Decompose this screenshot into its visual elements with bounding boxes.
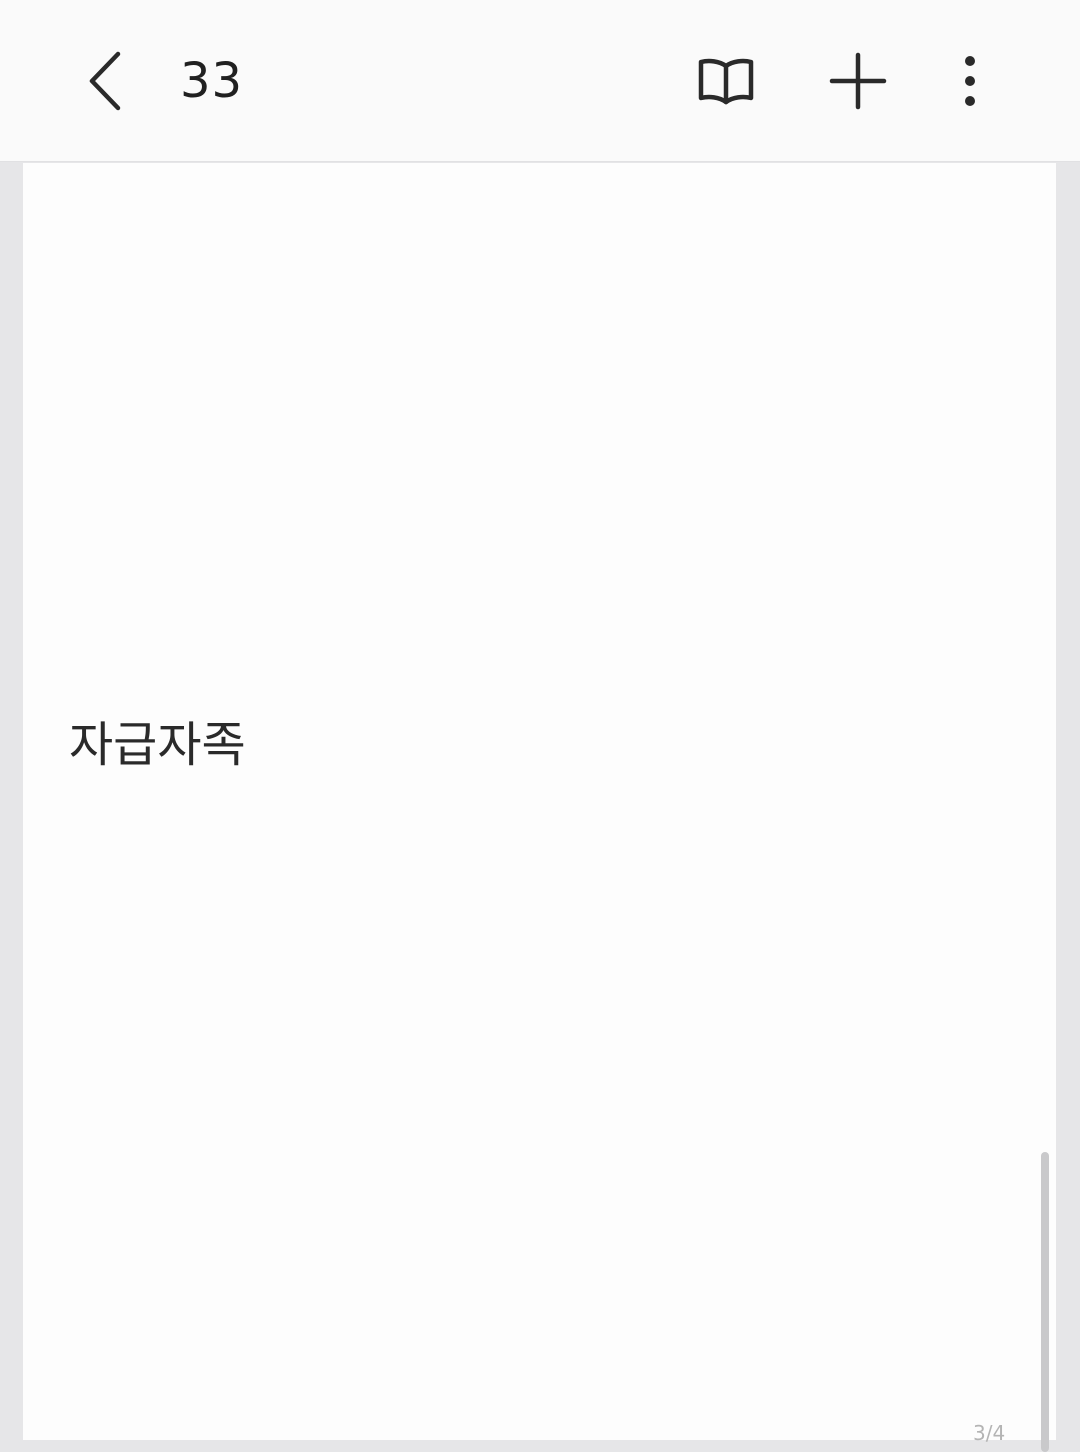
add-button[interactable] [824,46,892,116]
scrollbar[interactable] [1041,1152,1049,1452]
reading-mode-button[interactable] [690,48,762,114]
note-body-text[interactable]: 자급자족 [69,715,246,775]
plus-icon [829,52,887,110]
note-title: 33 [180,53,244,109]
page-indicator: 3/4 [973,1421,1006,1445]
top-toolbar: 33 [0,0,1080,162]
chevron-left-icon [89,51,121,111]
book-open-icon [698,58,754,105]
more-vertical-icon [965,56,975,106]
note-page[interactable]: 자급자족 3/4 [23,163,1056,1445]
more-options-button[interactable] [946,46,994,116]
back-button[interactable] [74,46,138,116]
